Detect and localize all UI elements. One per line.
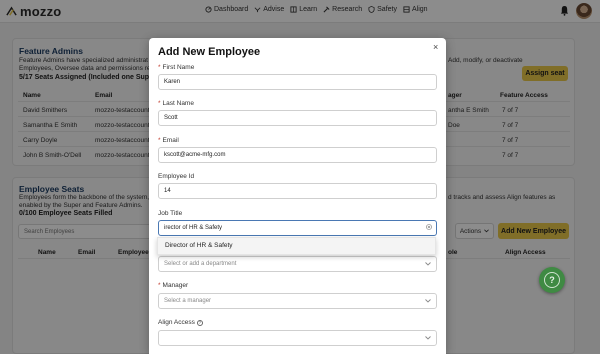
first-name-input[interactable]: Karen — [158, 74, 437, 90]
help-button[interactable]: ? — [539, 267, 565, 293]
last-name-label: * Last Name — [158, 100, 194, 107]
required-marker: * — [158, 64, 161, 71]
job-title-suggestions: Director of HR & Safety — [157, 237, 436, 255]
manager-select[interactable]: Select a manager — [158, 293, 437, 309]
email-label-text: Email — [162, 137, 179, 144]
job-title-label: Job Title — [158, 210, 182, 217]
align-access-select[interactable] — [158, 330, 437, 346]
last-name-label-text: Last Name — [162, 100, 194, 107]
employee-id-input[interactable]: 14 — [158, 183, 437, 199]
job-title-value: irector of HR & Safety — [164, 225, 223, 231]
add-employee-modal: Add New Employee × * First Name Karen * … — [149, 38, 446, 354]
close-icon[interactable]: × — [433, 42, 438, 52]
job-title-input[interactable]: irector of HR & Safety — [158, 220, 437, 236]
first-name-label: * First Name — [158, 64, 194, 71]
department-placeholder: Select or add a department — [164, 261, 237, 267]
manager-placeholder: Select a manager — [164, 298, 212, 304]
info-icon[interactable]: ? — [196, 319, 203, 326]
manager-label: * Manager — [158, 282, 188, 289]
help-icon: ? — [544, 272, 560, 288]
last-name-input[interactable]: Scott — [158, 110, 437, 126]
align-access-label: Align Access ? — [158, 319, 203, 326]
chevron-down-icon — [425, 336, 431, 340]
job-title-suggestion-item[interactable]: Director of HR & Safety — [158, 238, 435, 254]
required-marker: * — [158, 100, 161, 107]
align-access-label-text: Align Access — [158, 319, 195, 326]
chevron-down-icon — [425, 299, 431, 303]
employee-id-label: Employee Id — [158, 173, 194, 180]
email-input[interactable]: kscott@acme-mfg.com — [158, 147, 437, 163]
clear-icon[interactable] — [426, 224, 432, 230]
first-name-label-text: First Name — [162, 64, 195, 71]
modal-title: Add New Employee — [158, 46, 261, 58]
required-marker: * — [158, 137, 161, 144]
department-select[interactable]: Select or add a department — [158, 256, 437, 272]
email-label: * Email — [158, 137, 179, 144]
manager-label-text: Manager — [162, 282, 189, 289]
required-marker: * — [158, 282, 161, 289]
chevron-down-icon — [425, 262, 431, 266]
job-title-label-text: Job Title — [158, 210, 183, 217]
employee-id-label-text: Employee Id — [158, 173, 195, 180]
